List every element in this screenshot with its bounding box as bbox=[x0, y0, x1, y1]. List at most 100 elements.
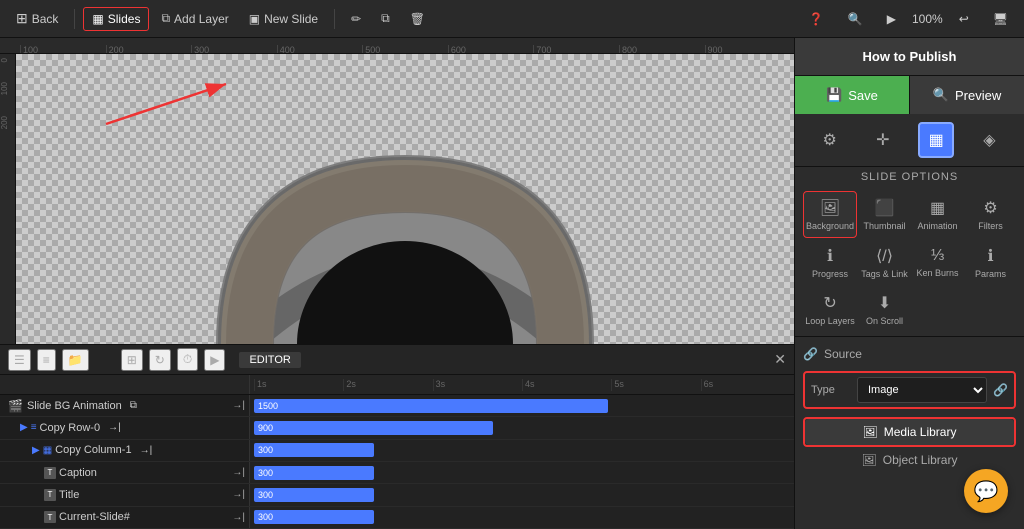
right-icon-row: ⚙ ✛ ▦ ◈ bbox=[795, 114, 1024, 167]
duplicate-icon: ⧉ bbox=[130, 400, 137, 411]
row-icon: ≡ bbox=[31, 422, 37, 433]
media-library-button[interactable]: 🖼 Media Library bbox=[805, 419, 1014, 445]
thumbnail-option[interactable]: ⬛ Thumbnail bbox=[859, 191, 910, 238]
tl-refresh-btn[interactable]: ↻ bbox=[149, 349, 171, 371]
tags-icon: ⟨/⟩ bbox=[876, 246, 893, 266]
tl-bar[interactable]: 300 bbox=[254, 510, 374, 524]
tl-track: 1500 bbox=[250, 395, 794, 416]
copy-button[interactable]: ⧉ bbox=[373, 7, 398, 30]
save-button[interactable]: 💾 Save bbox=[795, 76, 909, 114]
tl-grid-btn[interactable]: ⊞ bbox=[121, 349, 143, 371]
canvas-with-ruler: 0 100 200 bbox=[0, 54, 794, 344]
preview-icon: 🔍 bbox=[933, 87, 949, 103]
row-name: Slide BG Animation bbox=[27, 400, 122, 412]
params-option[interactable]: ℹ Params bbox=[965, 240, 1016, 285]
add-layer-button[interactable]: ⧉ Add Layer bbox=[153, 7, 236, 30]
right-bottom: 💬 bbox=[795, 483, 1024, 529]
tl-label-col bbox=[0, 375, 250, 394]
save-label: Save bbox=[848, 88, 878, 103]
top-toolbar: ⊞ Back ▦ Slides ⧉ Add Layer ▣ New Slide … bbox=[0, 0, 1024, 38]
tags-link-option[interactable]: ⟨/⟩ Tags & Link bbox=[859, 240, 910, 285]
thumbnail-icon: ⬛ bbox=[875, 198, 895, 218]
ken-burns-option[interactable]: ⅓ Ken Burns bbox=[912, 240, 963, 285]
tl-clock-btn[interactable]: ⏱ bbox=[177, 348, 198, 371]
tl-list-btn[interactable]: ≡ bbox=[37, 349, 56, 371]
pencil-button[interactable]: ✏ bbox=[343, 8, 369, 30]
tl-bar[interactable]: 1500 bbox=[254, 399, 608, 413]
media-library-label: Media Library bbox=[884, 425, 957, 439]
tl-folder-btn[interactable]: 📁 bbox=[62, 349, 89, 371]
row-name: Caption bbox=[59, 467, 97, 479]
arch-image bbox=[205, 134, 605, 344]
background-option[interactable]: 🖼 Background bbox=[803, 191, 857, 238]
display-button[interactable]: 🖥 bbox=[985, 8, 1016, 30]
text-icon: T bbox=[44, 489, 56, 501]
slides-icon-btn[interactable]: ▦ bbox=[918, 122, 954, 158]
undo-button[interactable]: ↩ bbox=[951, 8, 977, 30]
background-icon: 🖼 bbox=[820, 198, 840, 218]
main-area: 100 200 300 400 500 600 700 800 900 0 10… bbox=[0, 38, 1024, 529]
tl-track: 300 bbox=[250, 462, 794, 483]
tl-play-btn[interactable]: ▶ bbox=[204, 349, 225, 371]
table-row: T Title →| 300 bbox=[0, 484, 794, 506]
slides-label: Slides bbox=[108, 12, 141, 26]
link-chain-icon[interactable]: 🔗 bbox=[993, 383, 1008, 397]
search-button[interactable]: 🔍 bbox=[840, 8, 871, 30]
layers-icon-btn[interactable]: ◈ bbox=[971, 122, 1007, 158]
progress-option[interactable]: ℹ Progress bbox=[803, 240, 857, 285]
slides-icon: ▦ bbox=[92, 12, 103, 26]
grid-icon: ⊞ bbox=[16, 10, 28, 27]
display-icon: 🖥 bbox=[993, 12, 1008, 26]
arrow-end-icon: →| bbox=[232, 467, 245, 478]
source-type-row: Type Image Video Color 🔗 bbox=[803, 371, 1016, 409]
canvas[interactable] bbox=[16, 54, 794, 344]
tl-layers-btn[interactable]: ☰ bbox=[8, 349, 31, 371]
source-title: 🔗 Source bbox=[803, 347, 1016, 361]
loop-layers-option[interactable]: ↻ Loop Layers bbox=[803, 287, 857, 332]
text-icon: T bbox=[44, 511, 56, 523]
help-button[interactable]: ❓ bbox=[801, 8, 832, 30]
new-slide-button[interactable]: ▣ New Slide bbox=[241, 8, 326, 30]
row-name: Title bbox=[59, 489, 79, 501]
arrow-end-icon: →| bbox=[232, 489, 245, 500]
settings-icon-btn[interactable]: ⚙ bbox=[812, 122, 848, 158]
add-layer-label: Add Layer bbox=[174, 12, 229, 26]
delete-button[interactable]: 🗑 bbox=[402, 8, 433, 30]
tl-close-btn[interactable]: ✕ bbox=[774, 351, 786, 368]
tl-track: 300 bbox=[250, 440, 794, 461]
table-row: ▶ ≡ Copy Row-0 →| 900 bbox=[0, 417, 794, 439]
slides-button[interactable]: ▦ Slides bbox=[83, 7, 149, 31]
row-name: Copy Row-0 bbox=[40, 422, 101, 434]
back-button[interactable]: ⊞ Back bbox=[8, 6, 66, 31]
preview-button[interactable]: 🔍 Preview bbox=[909, 76, 1024, 114]
filters-option[interactable]: ⚙ Filters bbox=[965, 191, 1016, 238]
tl-bar[interactable]: 300 bbox=[254, 466, 374, 480]
col-icon: ▦ bbox=[43, 445, 52, 456]
ruler-vertical: 0 100 200 bbox=[0, 54, 16, 344]
film-icon: 🎬 bbox=[8, 399, 23, 413]
right-panel-title: How to Publish bbox=[795, 38, 1024, 76]
loop-layers-icon: ↻ bbox=[823, 293, 836, 313]
trash-icon: 🗑 bbox=[410, 12, 425, 26]
duplicate-icon: →| bbox=[108, 422, 121, 433]
table-row: 🎬 Slide BG Animation ⧉ →| 1500 bbox=[0, 395, 794, 417]
cursor-icon: ▶ bbox=[887, 12, 896, 26]
cursor-button[interactable]: ▶ bbox=[879, 8, 904, 30]
tl-bar[interactable]: 300 bbox=[254, 443, 374, 457]
tl-bar[interactable]: 300 bbox=[254, 488, 374, 502]
separator bbox=[74, 9, 75, 29]
slide-options-grid: 🖼 Background ⬛ Thumbnail ▦ Animation ⚙ F… bbox=[795, 187, 1024, 337]
tl-bar[interactable]: 900 bbox=[254, 421, 493, 435]
slides-icon: ▦ bbox=[929, 130, 944, 150]
help-icon: ❓ bbox=[809, 12, 824, 26]
slide-options-label: SLIDE OPTIONS bbox=[795, 167, 1024, 187]
move-icon-btn[interactable]: ✛ bbox=[865, 122, 901, 158]
timeline-toolbar: ☰ ≡ 📁 ⊞ ↻ ⏱ ▶ EDITOR ✕ bbox=[0, 345, 794, 375]
chat-fab[interactable]: 💬 bbox=[964, 469, 1008, 513]
on-scroll-icon: ⬇ bbox=[878, 293, 891, 313]
type-select[interactable]: Image Video Color bbox=[857, 377, 987, 403]
animation-option[interactable]: ▦ Animation bbox=[912, 191, 963, 238]
on-scroll-option[interactable]: ⬇ On Scroll bbox=[859, 287, 910, 332]
right-panel: How to Publish 💾 Save 🔍 Preview ⚙ ✛ ▦ bbox=[794, 38, 1024, 529]
timeline-header: 1s 2s 3s 4s 5s 6s bbox=[0, 375, 794, 395]
